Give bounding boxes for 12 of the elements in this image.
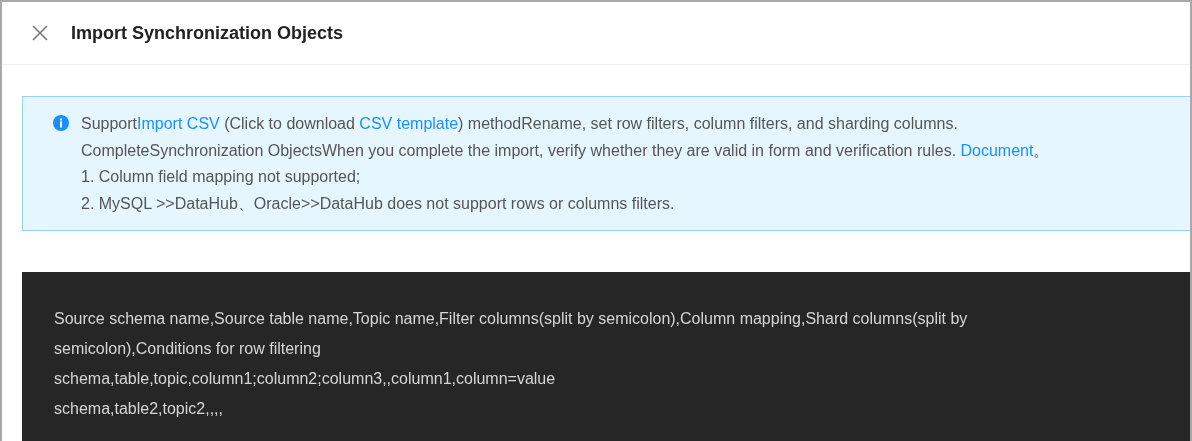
info-icon: [53, 115, 69, 131]
notice-text: 2. MySQL >>DataHub、Oracle>>DataHub does not support rows or columns filters.: [81, 193, 676, 214]
dialog-title: Import Synchronization Objects: [71, 22, 344, 44]
close-icon[interactable]: [32, 25, 48, 41]
notice-text: 1. Column field mapping not supported;: [81, 167, 362, 187]
notice-text: CompleteSynchronization ObjectsWhen you complete the import, verify whether they are valid in form and verification rules. Document。: [81, 140, 1050, 161]
csv-line: schema,table,topic,column1;column2;column3,,column1,column=value: [54, 369, 557, 389]
csv-line: schema,table2,topic2,,,,: [54, 399, 224, 419]
link[interactable]: CSV template: [359, 115, 459, 132]
link[interactable]: Document: [960, 141, 1034, 159]
link[interactable]: Import CSV: [137, 115, 220, 132]
notice-text: SupportImport CSV (Click to download CSV template) methodRename, set row filters, column filters, and sharding columns.: [81, 114, 959, 134]
